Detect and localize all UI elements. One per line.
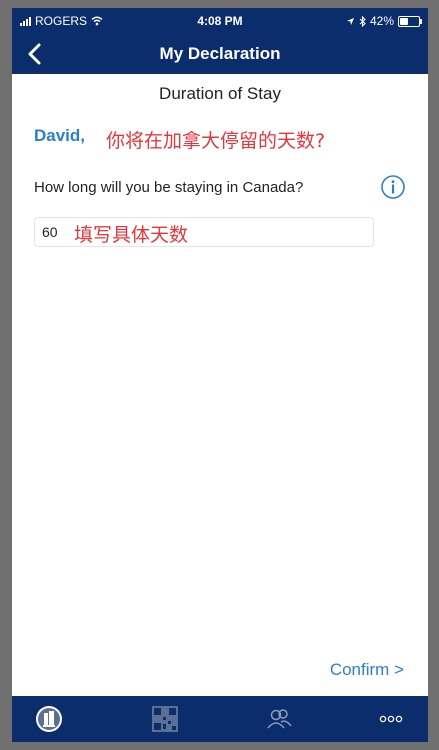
page-title: My Declaration xyxy=(159,44,281,63)
question-text: How long will you be staying in Canada? xyxy=(34,179,304,196)
more-icon[interactable] xyxy=(376,704,406,734)
people-icon[interactable] xyxy=(264,704,294,734)
confirm-button[interactable]: Confirm > xyxy=(330,660,404,680)
device-frame: ROGERS 4:08 PM 42% My Declaration Durati… xyxy=(0,0,439,750)
status-bar: ROGERS 4:08 PM 42% xyxy=(12,8,428,34)
annotation-question: 你将在加拿大停留的天数? xyxy=(106,130,326,152)
phone-screen: ROGERS 4:08 PM 42% My Declaration Durati… xyxy=(12,8,428,742)
profile-icon[interactable] xyxy=(34,704,64,734)
duration-days-value: 60 xyxy=(42,224,58,240)
nav-bar: My Declaration xyxy=(12,34,428,74)
qr-code-icon[interactable] xyxy=(150,704,180,734)
tab-bar xyxy=(12,696,428,742)
status-right: 42% xyxy=(346,14,422,28)
bluetooth-icon xyxy=(359,15,366,27)
section-title: Duration of Stay xyxy=(159,84,281,103)
location-arrow-icon xyxy=(346,17,355,25)
annotation-field: 填写具体天数 xyxy=(74,224,189,246)
greeting-name: David, xyxy=(34,126,86,145)
battery-icon xyxy=(398,15,422,27)
info-circle-icon[interactable] xyxy=(380,174,406,200)
battery-percent: 42% xyxy=(369,14,394,28)
